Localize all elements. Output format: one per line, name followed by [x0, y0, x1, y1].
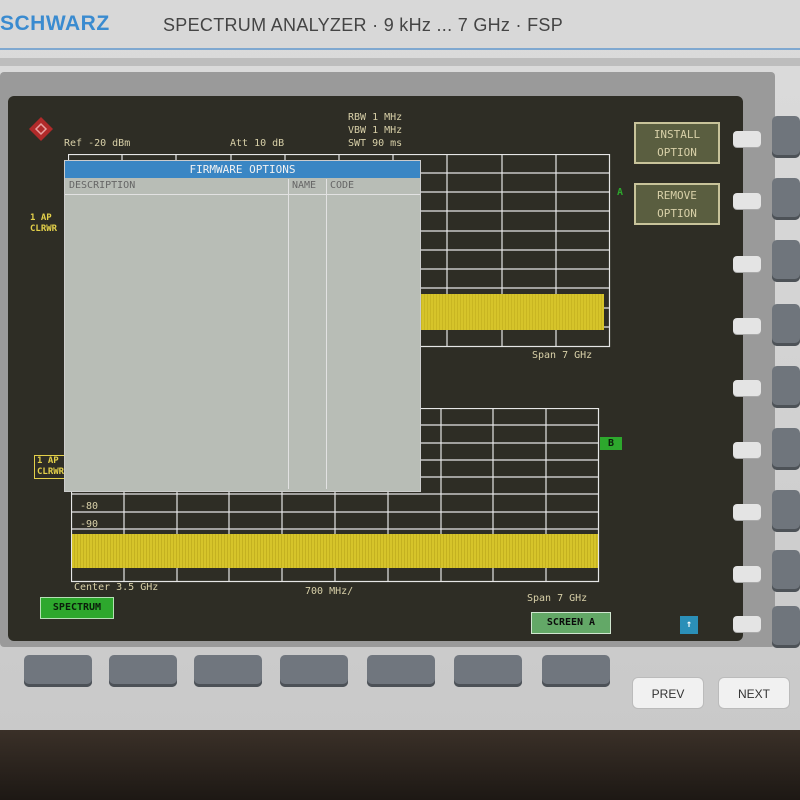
- lower-span: Span 7 GHz: [527, 593, 588, 604]
- hotkey-4[interactable]: [280, 655, 348, 687]
- background-surface: [0, 730, 800, 800]
- rs-logo-icon: [29, 117, 53, 141]
- side-softkey-4[interactable]: [772, 304, 800, 346]
- trace-b-detector: 1 AP: [37, 456, 59, 466]
- ref-level: Ref -20 dBm: [64, 138, 131, 149]
- vbw-readout: VBW 1 MHz: [348, 125, 403, 136]
- header-divider-line: [65, 194, 420, 195]
- hotkey-6[interactable]: [454, 655, 522, 687]
- window-a-marker: A: [616, 187, 624, 198]
- side-softkey-9[interactable]: [772, 606, 800, 648]
- bezel-groove: [0, 58, 800, 66]
- remove-option-softkey[interactable]: REMOVE OPTION: [634, 183, 720, 225]
- center-frequency: Center 3.5 GHz: [74, 582, 159, 593]
- column-description: DESCRIPTION: [69, 180, 136, 191]
- softkey-indicator: [733, 566, 761, 582]
- dialog-title: FIRMWARE OPTIONS: [65, 161, 420, 178]
- y-tick-80: -80: [80, 501, 99, 512]
- lower-trace: [72, 534, 598, 568]
- column-divider: [326, 179, 327, 489]
- column-code: CODE: [330, 180, 355, 191]
- firmware-options-dialog: FIRMWARE OPTIONS DESCRIPTION NAME CODE: [64, 160, 421, 492]
- frequency-division: 700 MHz/: [305, 586, 354, 597]
- screen-a-badge[interactable]: SCREEN A: [531, 612, 611, 634]
- brand-name: SCHWARZ: [0, 12, 110, 35]
- hotkey-1[interactable]: [24, 655, 92, 687]
- upper-trace: [416, 294, 604, 330]
- attenuation: Att 10 dB: [230, 138, 285, 149]
- trace-a-detector: 1 AP: [30, 213, 52, 223]
- hotkey-3[interactable]: [194, 655, 262, 687]
- softkey-indicator: [733, 131, 761, 147]
- softkey-indicator: [733, 256, 761, 272]
- header-divider: [0, 48, 800, 50]
- display-screen: Ref -20 dBm Att 10 dB RBW 1 MHz VBW 1 MH…: [8, 96, 743, 641]
- trace-label-b: 1 AP CLRWR: [34, 455, 68, 479]
- spectrum-mode-badge[interactable]: SPECTRUM: [40, 597, 114, 619]
- window-b-marker: B: [600, 437, 622, 450]
- softkey-indicator: [733, 380, 761, 396]
- softkey-indicator: [733, 616, 761, 632]
- hotkey-5[interactable]: [367, 655, 435, 687]
- instrument-header: SCHWARZ SPECTRUM ANALYZER · 9 kHz ... 7 …: [0, 0, 800, 50]
- trace-a-mode: CLRWR: [30, 224, 58, 234]
- softkey-label-line1: REMOVE: [657, 189, 697, 202]
- prev-button[interactable]: PREV: [632, 677, 704, 709]
- model-label: SPECTRUM ANALYZER · 9 kHz ... 7 GHz · FS…: [163, 15, 564, 35]
- softkey-label-line1: INSTALL: [653, 128, 701, 141]
- side-softkey-5[interactable]: [772, 366, 800, 408]
- softkey-label-line2: OPTION: [657, 146, 697, 159]
- softkey-indicator: [733, 193, 761, 209]
- softkey-indicator: [733, 318, 761, 334]
- side-softkey-7[interactable]: [772, 490, 800, 532]
- softkey-indicator: [733, 442, 761, 458]
- rbw-readout: RBW 1 MHz: [348, 112, 403, 123]
- trace-b-mode: CLRWR: [37, 467, 65, 477]
- trace-label-a: 1 AP CLRWR: [30, 213, 57, 235]
- column-divider: [288, 179, 289, 489]
- y-tick-90: -90: [80, 519, 99, 530]
- swt-readout: SWT 90 ms: [348, 138, 403, 149]
- hotkey-7[interactable]: [542, 655, 610, 687]
- upper-span: Span 7 GHz: [532, 350, 593, 361]
- softkey-label-line2: OPTION: [657, 207, 697, 220]
- side-softkey-3[interactable]: [772, 240, 800, 282]
- column-name: NAME: [292, 180, 317, 191]
- side-softkey-2[interactable]: [772, 178, 800, 220]
- side-softkey-1[interactable]: [772, 116, 800, 158]
- install-option-softkey[interactable]: INSTALL OPTION: [634, 122, 720, 164]
- next-button[interactable]: NEXT: [718, 677, 790, 709]
- arrow-up-icon: ↑: [680, 616, 698, 634]
- side-softkey-8[interactable]: [772, 550, 800, 592]
- side-softkey-6[interactable]: [772, 428, 800, 470]
- softkey-indicator: [733, 504, 761, 520]
- hotkey-2[interactable]: [109, 655, 177, 687]
